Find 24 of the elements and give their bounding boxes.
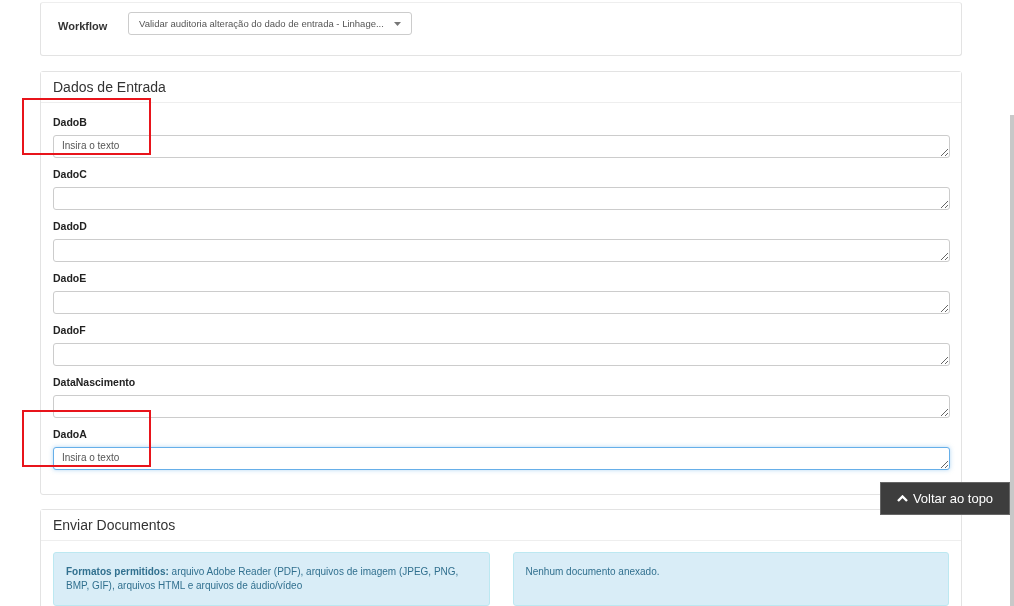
caret-icon	[394, 21, 401, 26]
field-label: DadoB	[53, 116, 87, 128]
back-to-top-button[interactable]: Voltar ao topo	[880, 482, 1010, 515]
workflow-dropdown[interactable]: Validar auditoria alteração do dado de entrada - Linhage...	[128, 12, 412, 35]
panel-title: Dados de Entrada	[41, 72, 961, 103]
text-field[interactable]	[53, 291, 950, 314]
field-label: DadoA	[53, 428, 87, 440]
info-message: Nenhum documento anexado.	[512, 552, 949, 606]
chevron-up-icon	[896, 495, 908, 502]
text-field[interactable]	[53, 395, 950, 418]
text-field[interactable]: Insira o texto	[53, 447, 950, 470]
info-message: Formatos permitidos: arquivo Adobe Reader (PDF), arquivos de imagem (JPEG, PNG, BMP, GIF), arquivos HTML e arquivos de áudio/vídeo	[53, 552, 490, 606]
text-field[interactable]	[53, 187, 950, 210]
text-field[interactable]	[53, 343, 950, 366]
panel-title: Enviar Documentos	[41, 510, 961, 541]
field-label: DadoF	[53, 324, 86, 336]
scrollbar[interactable]	[1010, 115, 1014, 606]
field-label: DadoE	[53, 272, 87, 284]
text-field[interactable]	[53, 239, 950, 262]
field-label: DadoD	[53, 220, 87, 232]
field-label: DataNascimento	[53, 376, 136, 388]
text-field[interactable]: Insira o texto	[53, 135, 950, 158]
workflow-label: Workflow	[58, 20, 109, 32]
field-label: DadoC	[53, 168, 87, 180]
